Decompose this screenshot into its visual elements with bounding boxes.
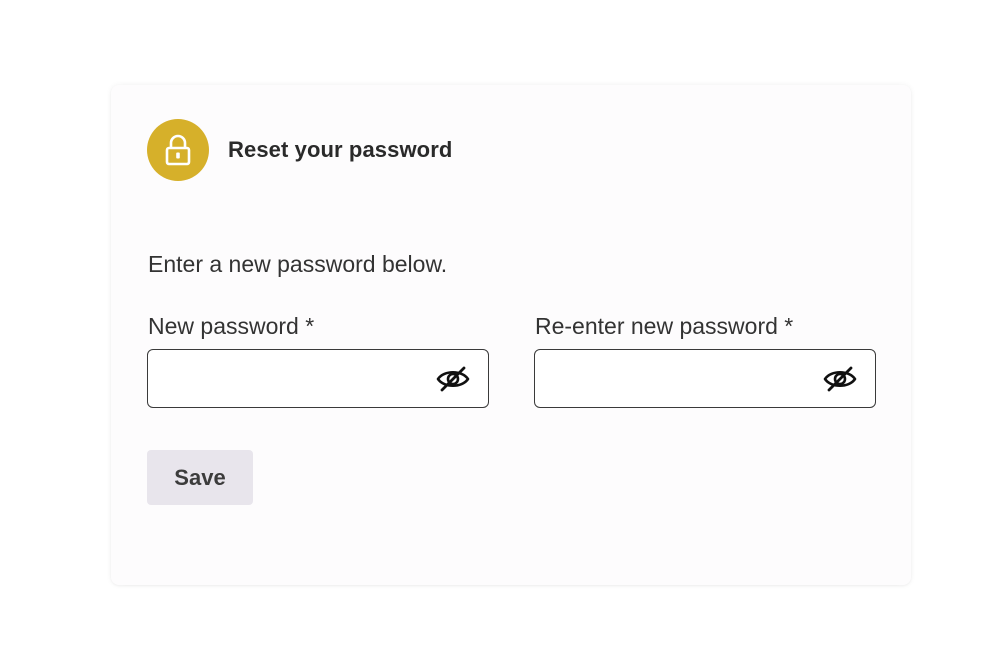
new-password-label: New password *: [148, 313, 315, 339]
new-password-input-wrapper: [147, 349, 489, 408]
confirm-password-label: Re-enter new password *: [535, 313, 794, 339]
intro-text: Enter a new password below.: [148, 251, 448, 277]
eye-slash-icon[interactable]: [821, 364, 859, 394]
new-password-field: New password *: [147, 313, 489, 408]
confirm-password-field: Re-enter new password *: [534, 313, 876, 408]
page-title: Reset your password: [228, 137, 453, 162]
confirm-password-input-wrapper: [534, 349, 876, 408]
card-header: Reset your password: [147, 119, 452, 181]
reset-password-card: Reset your password Enter a new password…: [111, 85, 911, 585]
eye-slash-icon[interactable]: [434, 364, 472, 394]
lock-icon: [147, 119, 209, 181]
save-button[interactable]: Save: [147, 450, 253, 505]
